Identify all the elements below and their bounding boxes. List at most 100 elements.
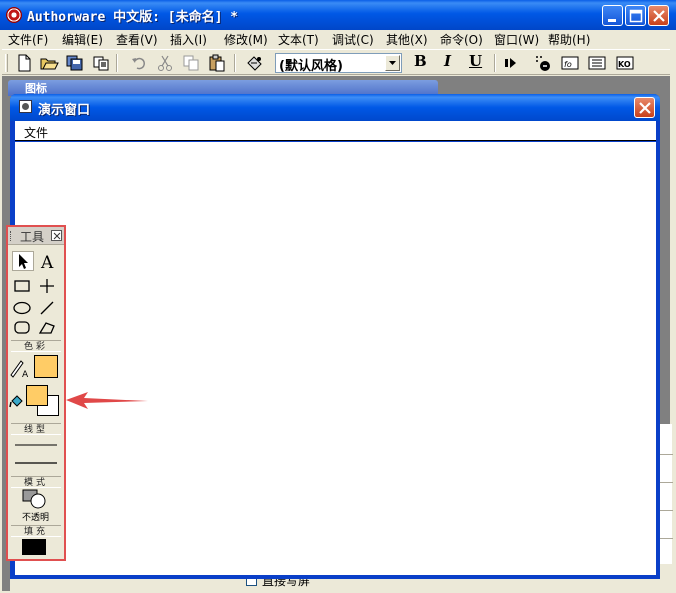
control-panel-button[interactable] [533, 53, 553, 73]
fill-foreground-color-swatch[interactable] [26, 385, 48, 406]
presentation-menu-file[interactable]: 文件 [24, 124, 48, 141]
open-button[interactable] [39, 53, 59, 73]
new-button[interactable] [14, 53, 34, 73]
maximize-button[interactable] [625, 5, 646, 26]
presentation-close-button[interactable] [634, 97, 655, 118]
function-icon: fo [561, 56, 579, 70]
menu-text[interactable]: 文本(T) [278, 31, 319, 48]
minimize-icon [608, 19, 616, 22]
color-section-label: 色彩 [11, 340, 61, 352]
properties-side-strip [658, 424, 673, 564]
annotation-arrow-icon [66, 392, 148, 409]
text-style-select[interactable]: (默认风格) [275, 53, 402, 74]
menu-debug[interactable]: 调试(C) [332, 31, 374, 48]
text-icon: A [40, 253, 54, 273]
line-color-tool[interactable]: A [9, 357, 31, 380]
bold-button[interactable]: B [414, 52, 427, 70]
find-button[interactable] [245, 53, 265, 73]
palette-grip [10, 231, 13, 241]
fill-section-label: 填充 [11, 525, 61, 537]
menu-modify[interactable]: 修改(M) [224, 31, 268, 48]
menu-insert[interactable]: 插入(I) [170, 31, 207, 48]
minimize-button[interactable] [602, 5, 623, 26]
window-title: Authorware 中文版: [未命名] * [27, 10, 239, 25]
cut-button[interactable] [155, 53, 175, 73]
menu-view[interactable]: 查看(V) [116, 31, 158, 48]
variables-button[interactable] [587, 53, 607, 73]
save-all-button[interactable] [65, 53, 85, 73]
tools-palette-titlebar[interactable]: 工具 [8, 227, 64, 245]
presentation-stage[interactable] [15, 142, 656, 575]
import-icon [93, 56, 109, 71]
mode-opaque-label: 不透明 [22, 513, 50, 523]
line-style-medium[interactable] [11, 455, 61, 471]
rectangle-tool[interactable] [12, 276, 34, 296]
paste-icon [209, 54, 225, 72]
close-icon [639, 102, 651, 114]
paste-button[interactable] [207, 53, 227, 73]
control-panel-icon [536, 56, 550, 71]
rounded-rectangle-icon [14, 321, 30, 334]
pencil-text-color-icon: A [10, 360, 29, 380]
svg-text:fo: fo [564, 60, 572, 69]
save-all-icon [66, 55, 83, 71]
main-toolbar: (默认风格) B I U fo KO [2, 49, 670, 75]
presentation-titlebar: 演示窗口 [10, 94, 660, 121]
import-button[interactable] [91, 53, 111, 73]
variables-list-icon [588, 56, 606, 70]
knowledge-objects-button[interactable]: KO [615, 53, 635, 73]
tools-palette-title: 工具 [20, 230, 45, 244]
chevron-down-icon [389, 61, 396, 65]
undo-button[interactable] [129, 53, 149, 73]
text-style-dropdown-button[interactable] [385, 55, 400, 71]
menu-command[interactable]: 命令(O) [440, 31, 483, 48]
menu-other[interactable]: 其他(X) [386, 31, 428, 48]
find-icon [247, 56, 262, 71]
functions-button[interactable]: fo [560, 53, 580, 73]
fill-pattern-swatch[interactable] [22, 539, 46, 555]
menu-edit[interactable]: 编辑(E) [62, 31, 103, 48]
close-button[interactable] [648, 5, 669, 26]
presentation-window: 演示窗口 文件 [10, 94, 660, 579]
restart-button[interactable] [501, 53, 521, 73]
crosshair-icon [40, 279, 54, 293]
ellipse-icon [13, 301, 31, 315]
line-section-label: 线型 [11, 423, 61, 435]
copy-button[interactable] [181, 53, 201, 73]
text-style-value: (默认风格) [279, 59, 343, 74]
menu-file[interactable]: 文件(F) [8, 31, 48, 48]
svg-text:KO: KO [618, 60, 631, 69]
authorware-app-icon [6, 7, 22, 23]
presentation-menu-bar: 文件 [15, 121, 656, 141]
polygon-tool[interactable] [37, 318, 59, 338]
diagonal-line-tool[interactable] [37, 298, 59, 318]
rounded-rectangle-tool[interactable] [12, 318, 34, 338]
toolbar-separator [116, 54, 118, 72]
svg-text:A: A [22, 370, 29, 379]
toolbar-separator [494, 54, 496, 72]
menu-help[interactable]: 帮助(H) [548, 31, 590, 48]
tools-palette-close-button[interactable] [51, 230, 62, 241]
italic-button[interactable]: I [444, 52, 451, 70]
foreground-color-swatch[interactable] [34, 355, 58, 378]
polygon-icon [38, 322, 55, 334]
line-style-thin[interactable] [11, 439, 61, 451]
copy-icon [183, 55, 199, 71]
new-file-icon [18, 54, 31, 72]
menu-window[interactable]: 窗口(W) [494, 31, 539, 48]
pointer-tool[interactable] [12, 251, 34, 271]
fill-color-tool[interactable] [9, 391, 25, 411]
thin-line-icon [15, 444, 57, 446]
pointer-icon [19, 254, 28, 269]
main-titlebar: Authorware 中文版: [未命名] * [0, 0, 676, 30]
mode-opaque-button[interactable] [20, 489, 50, 509]
paint-bucket-icon [9, 395, 23, 408]
toolbar-separator [234, 54, 236, 72]
underline-button[interactable]: U [469, 52, 482, 70]
toolbar-grip[interactable] [5, 54, 8, 72]
straight-line-tool[interactable] [37, 276, 59, 296]
close-icon [653, 10, 665, 22]
ellipse-tool[interactable] [12, 298, 34, 318]
text-tool[interactable]: A [37, 251, 59, 273]
mode-section-label: 模式 [11, 476, 61, 488]
